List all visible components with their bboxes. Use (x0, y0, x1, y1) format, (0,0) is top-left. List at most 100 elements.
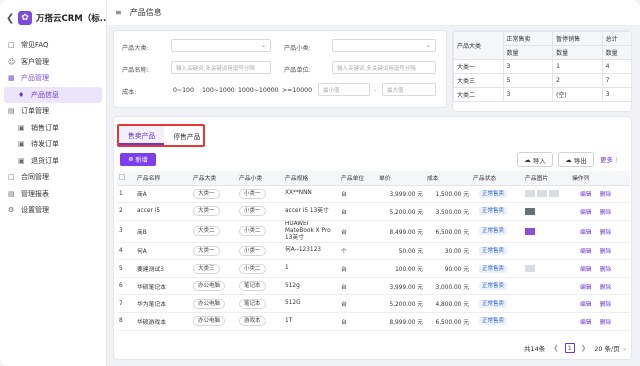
cost-max-input[interactable]: 最大值 (382, 83, 436, 96)
export-icon: ☁ (565, 155, 574, 164)
column-header[interactable]: 成本 (425, 171, 471, 186)
unit-cell: 台 (339, 277, 377, 296)
product-thumbnail[interactable] (549, 190, 559, 198)
export-button[interactable]: ☁ 导出 (558, 152, 594, 167)
column-header[interactable]: 产品名称 (135, 171, 191, 186)
more-menu[interactable]: 更多⋮ (600, 154, 620, 164)
delete-link[interactable]: 删除 (600, 230, 612, 236)
stats-cell: 5 (502, 73, 554, 88)
edit-link[interactable]: 编辑 (580, 249, 592, 255)
select-all-checkbox[interactable] (117, 171, 135, 186)
delete-link[interactable]: 删除 (600, 285, 612, 291)
table-row[interactable]: 2 accer i5 大类一 小类一 accer i5 13英寸台 5,200.00 元3… (117, 202, 630, 221)
sidebar-item-settings[interactable]: ⚙ 设置管理 (0, 202, 107, 219)
range-option[interactable]: >=10000 (282, 87, 312, 94)
table-row[interactable]: 4 何A 大类一 小类一 何A--123123 个 50.00 元 30.00 元正常售卖 编辑… (117, 242, 630, 261)
subcategory-label: 产品小类: (284, 45, 311, 52)
page-size-select[interactable]: 20 条/页 (594, 343, 620, 353)
category-tag: 大类三 (193, 263, 220, 274)
stats-table: 产品大类 正常售卖 暂停销售 总计 数量 数量 数量 大类一 3 1 4 大类三… (453, 31, 631, 102)
status-badge: 正常售卖 (479, 246, 508, 255)
table-row[interactable]: 3 商B 大类二 小类二 HUAWEI MateBook X Pro 13英寸台 8,49… (117, 220, 630, 243)
column-header[interactable]: 产品图片 (523, 171, 570, 186)
price-cell: 3,999.00 元 (377, 277, 425, 296)
edit-link[interactable]: 编辑 (580, 320, 592, 326)
tab-selling[interactable]: 售卖产品 (119, 126, 165, 145)
column-header[interactable]: 产品状态 (471, 171, 523, 186)
sidebar-item-pending-orders[interactable]: ▣ 待发订单 (0, 136, 107, 153)
sidebar-item-contracts[interactable]: □ 合同管理 (0, 169, 107, 186)
column-header[interactable]: 产品大类 (191, 171, 237, 186)
cost-cell: 30.00 元 (425, 242, 471, 261)
table-row[interactable]: 5 要建测试3 大类三 小类二 1 台 100.00 元 90.00 元正常售卖 编辑 删除 (117, 259, 630, 278)
delete-link[interactable]: 删除 (600, 192, 612, 198)
table-row[interactable]: 7 华为笔记本 办公电脑 笔记本 512G 台 5,200.00 元 4,800.00 元正常… (117, 294, 630, 314)
delete-link[interactable]: 删除 (600, 320, 612, 326)
category-cell: 办公电脑 (191, 312, 237, 331)
category-tag: 大类一 (193, 206, 220, 217)
range-option[interactable]: 0~100 (173, 87, 194, 94)
sidebar-item-product-info[interactable]: ♦ 产品信息 (4, 86, 102, 103)
subcategory-tag: 游戏本 (239, 316, 266, 327)
category-cell: 大类三 (191, 259, 237, 278)
product-thumbnail[interactable] (525, 227, 535, 235)
subcategory-select[interactable]: ⌄ (332, 39, 436, 52)
unit-input[interactable]: 输入关键词,多关键词用逗号分隔 (332, 61, 436, 74)
table-row[interactable]: 6 华硕笔记本 办公电脑 笔记本 512g 台 3,999.00 元 3,000.00 元正常… (117, 277, 630, 296)
sidebar-item-faq[interactable]: □ 常见FAQ (0, 37, 107, 54)
name-input[interactable]: 输入关键词,多关键词用逗号分隔 (171, 61, 271, 74)
page-title: 产品信息 (129, 8, 162, 17)
order-icon: ▤ (8, 107, 15, 116)
add-product-button[interactable]: ⊕ 新增 (120, 153, 156, 166)
prev-page-icon[interactable]: ❮ (553, 344, 558, 352)
category-select[interactable]: ⌄ (171, 39, 271, 52)
sidebar-item-products[interactable]: ▦ 产品管理 (0, 70, 107, 87)
back-icon[interactable]: ❮ (6, 13, 18, 24)
menu-toggle-icon[interactable]: ≡ (115, 8, 122, 17)
sidebar-item-orders[interactable]: ▤ 订单管理 (0, 103, 107, 120)
next-page-icon[interactable]: ❯ (581, 344, 586, 352)
subcategory-cell: 游戏本 (237, 312, 283, 331)
sidebar-item-label: 合同管理 (21, 173, 49, 182)
product-thumbnail[interactable] (525, 190, 535, 198)
import-button[interactable]: ☁ 导入 (517, 152, 553, 167)
sidebar-item-return-orders[interactable]: ▣ 退货订单 (0, 153, 107, 170)
sidebar-item-customers[interactable]: ☺ 客户管理 (0, 54, 107, 71)
edit-link[interactable]: 编辑 (580, 302, 592, 308)
delete-link[interactable]: 删除 (600, 302, 612, 308)
column-header[interactable]: 产品单位 (339, 171, 377, 186)
pagination: 共14条 ❮ 1 ❯ 20 条/页 ⌄ (524, 343, 627, 353)
product-thumbnail[interactable] (525, 265, 535, 273)
product-thumbnail[interactable] (525, 207, 535, 215)
cost-cell: 4,800.00 元 (425, 294, 471, 314)
range-option[interactable]: 100~1000 (202, 87, 235, 94)
table-row[interactable]: 8 华硕游戏本 办公电脑 游戏本 1T 台 8,999.00 元 6,500.00 元正常售卖… (117, 312, 630, 331)
column-header[interactable]: 单价 (377, 171, 425, 186)
category-tag: 大类一 (193, 245, 220, 256)
range-option[interactable]: 1000~10000 (238, 87, 279, 94)
sidebar: ❮ ✿ 万搭云CRM（标... □ 常见FAQ ☺ 客户管理 ▦ 产品管理 ♦ 产品信息… (0, 0, 109, 366)
row-number: 4 (117, 242, 135, 261)
column-header[interactable]: 产品小类 (237, 171, 283, 186)
sidebar-item-sales-orders[interactable]: ▣ 销售订单 (0, 120, 107, 137)
delete-link[interactable]: 删除 (600, 267, 612, 273)
import-label: 导入 (532, 156, 546, 165)
price-cell: 100.00 元 (377, 259, 425, 278)
page-number[interactable]: 1 (564, 343, 575, 353)
cost-min-input[interactable]: 最小值 (318, 83, 370, 96)
sidebar-item-reports[interactable]: ▤ 管理报表 (0, 186, 107, 203)
row-number: 6 (117, 277, 135, 296)
edit-link[interactable]: 编辑 (580, 192, 592, 198)
edit-link[interactable]: 编辑 (580, 285, 592, 291)
delete-link[interactable]: 删除 (600, 249, 612, 255)
edit-link[interactable]: 编辑 (580, 230, 592, 236)
delete-link[interactable]: 删除 (600, 210, 612, 216)
edit-link[interactable]: 编辑 (580, 267, 592, 273)
table-row[interactable]: 1 商A 大类一 小类一 XX**NNN 台 3,999.00 元 1,500.00 元正常售… (117, 185, 630, 204)
unit-label: 产品单位: (284, 67, 311, 74)
actions-cell: 编辑 删除 (570, 294, 630, 314)
product-thumbnail[interactable] (537, 190, 547, 198)
edit-link[interactable]: 编辑 (580, 210, 592, 216)
column-header[interactable]: 产品规格 (283, 171, 339, 186)
tab-stopped[interactable]: 停售产品 (164, 126, 209, 145)
